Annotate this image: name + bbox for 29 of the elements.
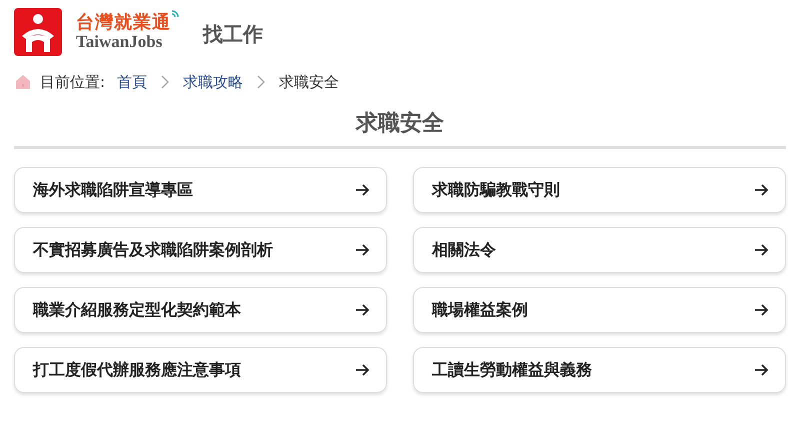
arrow-icon: [755, 364, 769, 376]
breadcrumb-link[interactable]: 首頁: [117, 72, 148, 92]
link-card[interactable]: 職業介紹服務定型化契約範本: [14, 287, 387, 333]
page-title: 求職安全: [14, 108, 786, 149]
link-card[interactable]: 工讀生勞動權益與義務: [413, 347, 786, 393]
link-card[interactable]: 相關法令: [413, 227, 786, 273]
link-card[interactable]: 求職防騙教戰守則: [413, 167, 786, 213]
home-icon: [14, 73, 32, 91]
brand-name[interactable]: 台灣就業通: [76, 14, 171, 33]
chevron-icon: [257, 75, 266, 89]
link-card[interactable]: 職場權益案例: [413, 287, 786, 333]
chevron-icon: [161, 75, 170, 89]
logo-icon[interactable]: [14, 8, 62, 56]
brand-name-english[interactable]: TaiwanJobs: [76, 32, 171, 50]
breadcrumb-link[interactable]: 求職攻略: [183, 72, 244, 92]
arrow-icon: [356, 364, 370, 376]
breadcrumb-current: 求職安全: [279, 72, 340, 92]
link-card[interactable]: 打工度假代辦服務應注意事項: [14, 347, 387, 393]
arrow-icon: [755, 244, 769, 256]
arrow-icon: [356, 244, 370, 256]
arrow-icon: [755, 184, 769, 196]
signal-icon: [171, 8, 181, 18]
link-card[interactable]: 不實招募廣告及求職陷阱案例剖析: [14, 227, 387, 273]
arrow-icon: [356, 304, 370, 316]
breadcrumb-label: 目前位置:: [40, 72, 106, 92]
section-title: 找工作: [203, 20, 263, 48]
link-card[interactable]: 海外求職陷阱宣導專區: [14, 167, 387, 213]
arrow-icon: [356, 184, 370, 196]
arrow-icon: [755, 304, 769, 316]
